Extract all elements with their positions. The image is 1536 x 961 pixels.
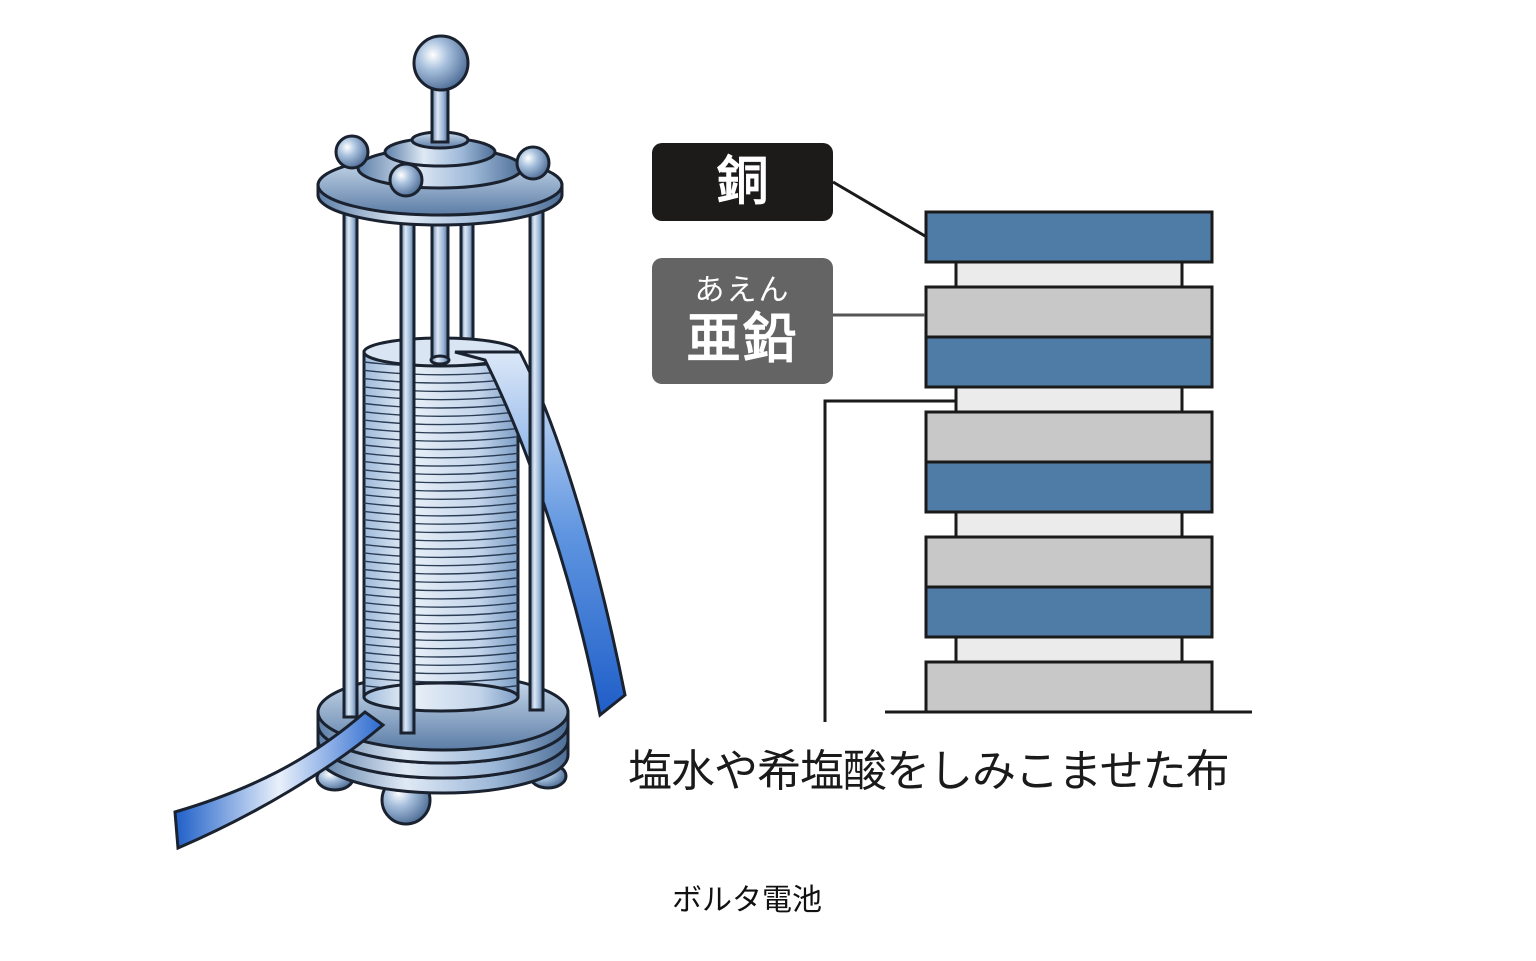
voltaic-pile-apparatus xyxy=(173,34,627,851)
copper-leader-line xyxy=(832,180,926,238)
knob-ball xyxy=(412,34,470,92)
cloth-layer xyxy=(954,635,1184,664)
copper-layer xyxy=(924,210,1214,264)
layer-diagram xyxy=(823,180,1252,722)
copper-label: 銅 xyxy=(652,143,833,221)
cloth-label: 塩水や希塩酸をしみこませた布 xyxy=(628,746,1230,797)
figure-caption: ボルタ電池 xyxy=(672,883,822,918)
center-rod xyxy=(430,208,450,362)
copper-layer xyxy=(924,460,1214,514)
cloth-layer xyxy=(954,510,1184,539)
cloth-layer xyxy=(954,260,1184,289)
zinc-label-ruby: あえん xyxy=(694,273,791,308)
zinc-layer xyxy=(924,410,1214,464)
support-rod xyxy=(342,200,359,719)
zinc-layer xyxy=(924,660,1214,714)
copper-label-text: 銅 xyxy=(716,152,769,212)
layer-stack xyxy=(924,210,1214,714)
top-ball xyxy=(515,145,551,181)
copper-layer xyxy=(924,585,1214,639)
zinc-label-text: 亜鉛 xyxy=(686,307,799,370)
zinc-layer xyxy=(924,535,1214,589)
top-ball xyxy=(334,134,370,170)
support-rod xyxy=(399,203,416,735)
zinc-label: あえん 亜鉛 xyxy=(652,258,833,384)
top-ball xyxy=(388,162,424,198)
copper-layer xyxy=(924,335,1214,389)
cloth-layer xyxy=(954,385,1184,414)
zinc-layer xyxy=(924,285,1214,339)
support-rod xyxy=(528,198,545,712)
disc-stack xyxy=(362,336,520,713)
